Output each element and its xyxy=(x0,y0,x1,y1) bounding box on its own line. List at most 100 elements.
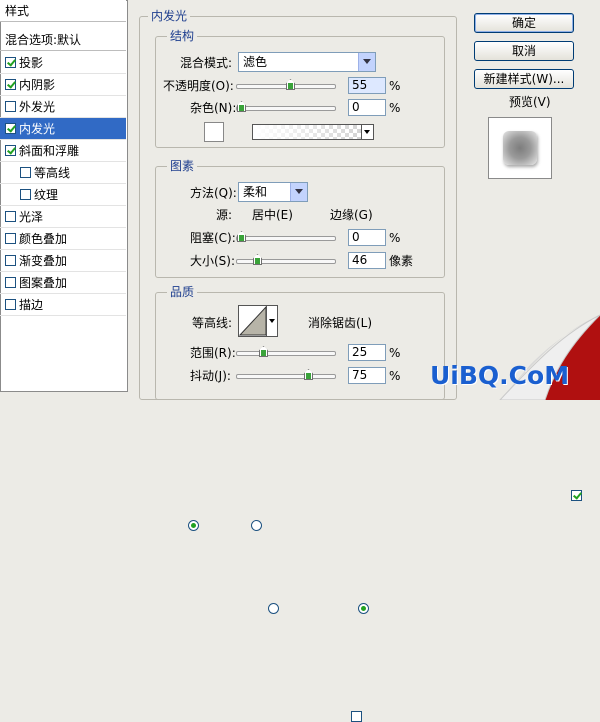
style-item-label: 等高线 xyxy=(34,166,71,180)
chevron-down-icon[interactable] xyxy=(290,183,307,201)
elements-title: 图素 xyxy=(167,159,198,173)
checkbox-contour[interactable] xyxy=(20,167,31,178)
opacity-slider[interactable] xyxy=(236,79,336,90)
glow-color-swatch[interactable] xyxy=(204,122,224,142)
style-item-drop-shadow[interactable]: 投影 xyxy=(0,52,126,74)
style-item-label: 斜面和浮雕 xyxy=(19,144,80,158)
quality-title: 品质 xyxy=(167,285,198,299)
method-select[interactable]: 柔和 xyxy=(238,182,308,202)
checkbox-gradient-overlay[interactable] xyxy=(5,255,16,266)
checkbox-satin[interactable] xyxy=(5,211,16,222)
style-item-stroke[interactable]: 描边 xyxy=(0,294,126,316)
jitter-slider[interactable] xyxy=(236,369,336,380)
style-item-inner-shadow[interactable]: 内阴影 xyxy=(0,74,126,96)
jitter-label: 抖动(J): xyxy=(190,369,231,383)
source-edge-label[interactable]: 边缘(G) xyxy=(330,207,373,223)
style-item-label: 图案叠加 xyxy=(19,276,68,290)
style-item-label: 内阴影 xyxy=(19,78,56,92)
style-item-label: 外发光 xyxy=(19,100,56,114)
noise-label: 杂色(N): xyxy=(190,101,237,115)
size-label: 大小(S): xyxy=(190,254,236,268)
opacity-unit: % xyxy=(389,79,401,93)
style-item-label: 内发光 xyxy=(19,122,56,136)
style-item-label: 描边 xyxy=(19,298,44,312)
source-center-radio[interactable] xyxy=(267,603,279,614)
watermark-logo: UiBQ.CoM xyxy=(430,361,570,390)
checkbox-inner-glow[interactable] xyxy=(5,123,16,134)
range-label: 范围(R): xyxy=(190,346,236,360)
new-style-button[interactable]: 新建样式(W)... xyxy=(474,69,574,89)
method-label: 方法(Q): xyxy=(190,186,237,200)
styles-header[interactable]: 样式 xyxy=(0,0,126,22)
cancel-button[interactable]: 取消 xyxy=(474,41,574,61)
style-item-label: 纹理 xyxy=(34,188,59,202)
blend-mode-value: 滤色 xyxy=(243,55,268,69)
blend-mode-label: 混合模式: xyxy=(180,56,233,70)
gradient-radio[interactable] xyxy=(250,520,262,531)
checkbox-bevel-emboss[interactable] xyxy=(5,145,16,156)
checkbox-texture[interactable] xyxy=(20,189,31,200)
style-item-label: 渐变叠加 xyxy=(19,254,68,268)
noise-input[interactable]: 0 xyxy=(348,99,386,116)
size-input[interactable]: 46 xyxy=(348,252,386,269)
inner-glow-title: 内发光 xyxy=(148,9,191,23)
contour-label: 等高线: xyxy=(192,316,233,330)
jitter-input[interactable]: 75 xyxy=(348,367,386,384)
style-item-label: 投影 xyxy=(19,56,44,70)
chevron-down-icon[interactable] xyxy=(358,53,375,71)
choke-label: 阻塞(C): xyxy=(190,231,236,245)
preview-box xyxy=(488,117,552,179)
checkbox-outer-glow[interactable] xyxy=(5,101,16,112)
style-item-gradient-overlay[interactable]: 渐变叠加 xyxy=(0,250,126,272)
method-value: 柔和 xyxy=(243,185,268,199)
color-radio[interactable] xyxy=(188,520,199,531)
preview-checkbox[interactable] xyxy=(571,490,583,501)
preview-thumbnail xyxy=(503,131,537,165)
blend-mode-select[interactable]: 滤色 xyxy=(238,52,376,72)
range-input[interactable]: 25 xyxy=(348,344,386,361)
checkbox-inner-shadow[interactable] xyxy=(5,79,16,90)
preview-label[interactable]: 预览(V) xyxy=(509,94,551,110)
checkbox-color-overlay[interactable] xyxy=(5,233,16,244)
size-slider[interactable] xyxy=(236,254,336,265)
source-center-label[interactable]: 居中(E) xyxy=(252,207,293,223)
source-edge-radio[interactable] xyxy=(358,603,370,614)
checkbox-pattern-overlay[interactable] xyxy=(5,277,16,288)
style-item-blending-options[interactable]: 混合选项:默认 xyxy=(0,29,126,51)
choke-input[interactable]: 0 xyxy=(348,229,386,246)
chevron-down-icon[interactable] xyxy=(266,306,277,336)
style-item-pattern-overlay[interactable]: 图案叠加 xyxy=(0,272,126,294)
style-item-color-overlay[interactable]: 颜色叠加 xyxy=(0,228,126,250)
style-item-bevel-emboss[interactable]: 斜面和浮雕 xyxy=(0,140,126,162)
choke-slider[interactable] xyxy=(236,231,336,242)
opacity-label: 不透明度(O): xyxy=(163,79,234,93)
structure-title: 结构 xyxy=(167,29,198,43)
antialias-label[interactable]: 消除锯齿(L) xyxy=(308,315,372,331)
choke-unit: % xyxy=(389,231,401,245)
opacity-input[interactable]: 55 xyxy=(348,77,386,94)
style-item-label: 混合选项:默认 xyxy=(5,33,82,47)
style-item-label: 光泽 xyxy=(19,210,44,224)
noise-unit: % xyxy=(389,101,401,115)
style-item-label: 颜色叠加 xyxy=(19,232,68,246)
gradient-picker[interactable] xyxy=(252,124,374,140)
style-item-texture[interactable]: 纹理 xyxy=(0,184,126,206)
checkbox-drop-shadow[interactable] xyxy=(5,57,16,68)
noise-slider[interactable] xyxy=(236,101,336,112)
styles-list: 样式 混合选项:默认 投影 内阴影 外发光 内发光 斜面和浮雕 等高线 纹理 光… xyxy=(0,0,128,392)
size-unit: 像素 xyxy=(389,254,414,268)
style-item-satin[interactable]: 光泽 xyxy=(0,206,126,228)
jitter-unit: % xyxy=(389,369,401,383)
style-item-inner-glow[interactable]: 内发光 xyxy=(0,118,126,140)
contour-curve-icon xyxy=(239,306,267,336)
chevron-down-icon[interactable] xyxy=(361,125,373,139)
range-unit: % xyxy=(389,346,401,360)
contour-picker[interactable] xyxy=(238,305,278,337)
ok-button[interactable]: 确定 xyxy=(474,13,574,33)
range-slider[interactable] xyxy=(236,346,336,357)
source-label: 源: xyxy=(216,208,233,222)
checkbox-stroke[interactable] xyxy=(5,299,16,310)
antialias-checkbox[interactable] xyxy=(351,711,363,722)
style-item-contour[interactable]: 等高线 xyxy=(0,162,126,184)
style-item-outer-glow[interactable]: 外发光 xyxy=(0,96,126,118)
